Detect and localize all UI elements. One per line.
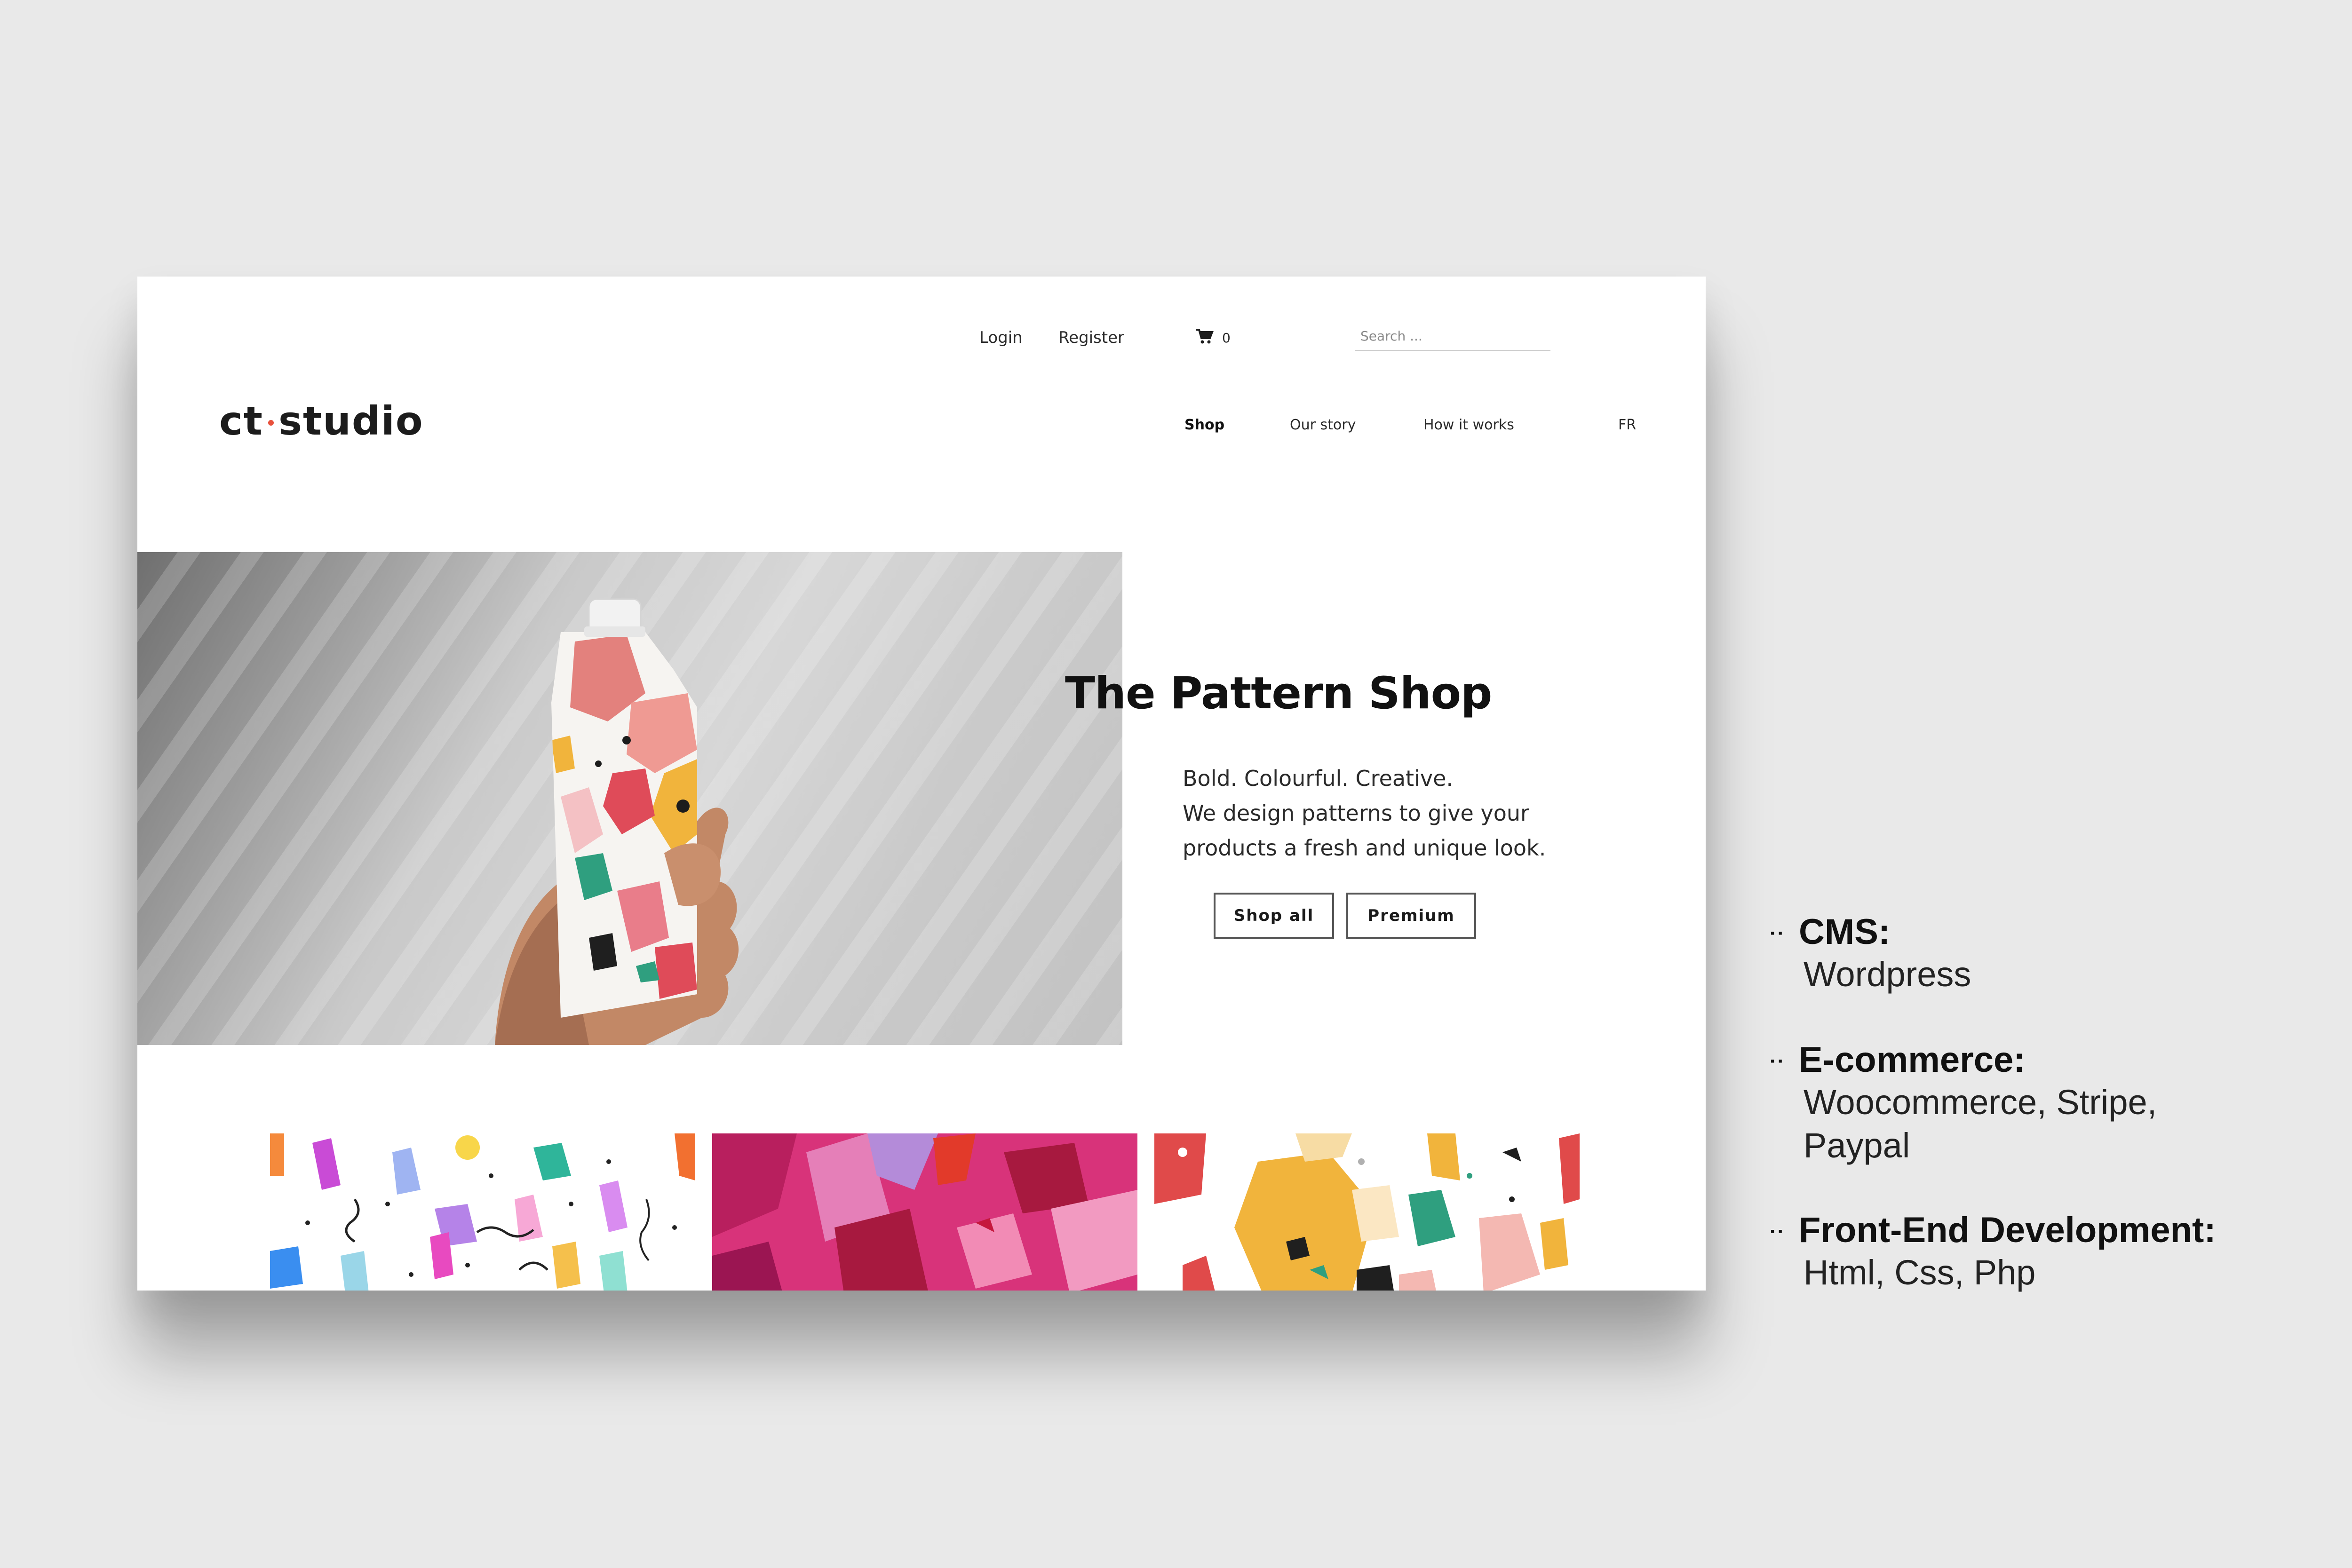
- pattern-tile-confetti[interactable]: [270, 1133, 695, 1291]
- website-mockup: Login Register 0 ct studio Shop Our stor…: [137, 277, 1706, 1291]
- register-link[interactable]: Register: [1058, 328, 1124, 347]
- cart-button[interactable]: 0: [1195, 328, 1231, 348]
- cart-count: 0: [1222, 330, 1231, 346]
- logo-dot: [268, 420, 274, 426]
- tech-value-line: Html, Css, Php: [1804, 1253, 2036, 1292]
- nav-item-how-it-works[interactable]: How it works: [1423, 417, 1514, 433]
- pattern-tile-pink[interactable]: [712, 1133, 1137, 1291]
- tech-value-line: Woocommerce, Stripe,: [1804, 1083, 2157, 1122]
- tech-value-line: Paypal: [1804, 1126, 1910, 1165]
- nav-item-our-story[interactable]: Our story: [1290, 417, 1356, 433]
- search-input[interactable]: [1355, 322, 1550, 351]
- double-dot-bullet-icon: ··: [1770, 922, 1786, 945]
- double-dot-bullet-icon: ··: [1770, 1220, 1786, 1243]
- logo-text-right: studio: [278, 398, 424, 444]
- tech-value: Woocommerce, Stripe, Paypal: [1804, 1081, 2157, 1167]
- nav-item-shop[interactable]: Shop: [1184, 417, 1224, 433]
- tech-heading: Front-End Development:: [1799, 1210, 2216, 1250]
- site-logo[interactable]: ct studio: [219, 398, 424, 444]
- login-link[interactable]: Login: [979, 328, 1023, 347]
- cart-icon: [1195, 328, 1214, 348]
- premium-button[interactable]: Premium: [1346, 893, 1476, 939]
- tech-heading: E-commerce:: [1799, 1040, 2026, 1080]
- double-dot-bullet-icon: ··: [1770, 1050, 1786, 1073]
- tech-value-line: Wordpress: [1804, 955, 1971, 994]
- hero-title: The Pattern Shop: [1065, 668, 1492, 719]
- hero-line-2: We design patterns to give your: [1183, 800, 1529, 826]
- tech-value: Wordpress: [1804, 953, 1971, 996]
- hero-line-1: Bold. Colourful. Creative.: [1183, 766, 1454, 791]
- tech-value: Html, Css, Php: [1804, 1251, 2035, 1294]
- tech-heading: CMS:: [1799, 912, 1891, 952]
- logo-text-left: ct: [219, 398, 263, 444]
- pattern-tile-terrazzo[interactable]: [1154, 1133, 1580, 1291]
- hero-description: Bold. Colourful. Creative. We design pat…: [1183, 761, 1546, 865]
- product-carton-illustration: [495, 598, 739, 1045]
- hero-line-3: products a fresh and unique look.: [1183, 835, 1546, 861]
- hero-image: [137, 552, 1122, 1045]
- shop-all-button[interactable]: Shop all: [1214, 893, 1334, 939]
- language-switch[interactable]: FR: [1618, 417, 1636, 433]
